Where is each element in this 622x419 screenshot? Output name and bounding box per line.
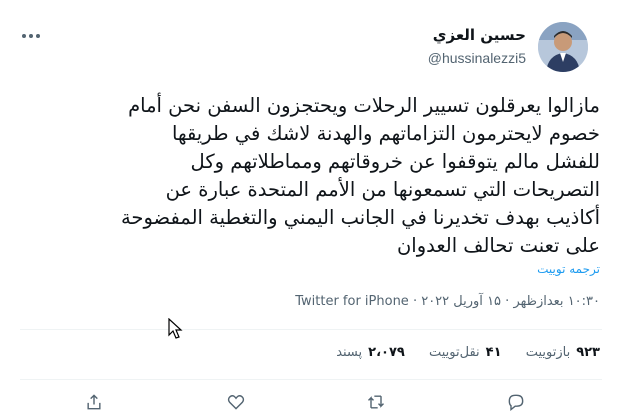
retweets-stat[interactable]: ۹۲۳ بازتوییت bbox=[526, 345, 600, 360]
tweet-text-line: خصوم لايحترمون التزاماتهم والهدنة لاشك ف… bbox=[172, 122, 600, 145]
likes-count: ۲،۰۷۹ bbox=[368, 345, 405, 360]
share-icon[interactable] bbox=[80, 392, 104, 416]
divider bbox=[20, 379, 602, 380]
quotes-count: ۴۱ bbox=[485, 345, 502, 360]
tweet-time[interactable]: ۱۰:۳۰ بعدازظهر bbox=[513, 294, 600, 309]
tweet-detail: حسين العزي @hussinalezzi5 مازالوا يعرقلو… bbox=[0, 0, 622, 419]
tweet-meta: ۱۰:۳۰ بعدازظهر · ۱۵ آوریل ۲۰۲۲ · Twitter… bbox=[295, 294, 600, 309]
divider bbox=[20, 329, 602, 330]
retweets-count: ۹۲۳ bbox=[576, 345, 600, 360]
tweet-source[interactable]: Twitter for iPhone bbox=[295, 294, 409, 309]
tweet-text-line: التصريحات التي تسمعونها من الأمم المتحدة… bbox=[165, 178, 600, 201]
quotes-stat[interactable]: ۴۱ نقل‌توییت bbox=[429, 345, 502, 360]
meta-separator: · bbox=[408, 294, 422, 309]
author-handle[interactable]: @hussinalezzi5 bbox=[428, 50, 526, 66]
mouse-cursor-icon bbox=[168, 318, 183, 339]
reply-icon[interactable] bbox=[502, 392, 526, 416]
tweet-date[interactable]: ۱۵ آوریل ۲۰۲۲ bbox=[421, 294, 501, 309]
retweet-icon[interactable] bbox=[362, 392, 386, 416]
translate-tweet-link[interactable]: ترجمه توییت bbox=[537, 262, 600, 276]
tweet-actions bbox=[0, 392, 622, 418]
tweet-text-line: أكاذيب بهدف تخديرنا في الجانب اليمني وال… bbox=[120, 206, 600, 229]
tweet-text-line: للفشل مالم يتوقفوا عن خروقاتهم ومماطلاته… bbox=[190, 150, 600, 173]
meta-separator: · bbox=[501, 294, 514, 309]
likes-label: پسند bbox=[336, 345, 363, 360]
tweet-text-line: مازالوا يعرقلون تسيير الرحلات ويحتجزون ا… bbox=[128, 94, 600, 117]
quotes-label: نقل‌توییت bbox=[428, 345, 480, 360]
tweet-stats: ۹۲۳ بازتوییت ۴۱ نقل‌توییت ۲،۰۷۹ پسند bbox=[316, 345, 600, 360]
likes-stat[interactable]: ۲،۰۷۹ پسند bbox=[336, 345, 405, 360]
heart-icon[interactable] bbox=[222, 392, 246, 416]
author-display-name[interactable]: حسين العزي bbox=[433, 26, 526, 44]
more-options-icon[interactable] bbox=[20, 26, 42, 46]
tweet-text: مازالوا يعرقلون تسيير الرحلات ويحتجزون ا… bbox=[20, 92, 600, 260]
avatar[interactable] bbox=[538, 22, 588, 72]
retweets-label: بازتوییت bbox=[525, 345, 571, 360]
tweet-text-line: على تعنت تحالف العدوان bbox=[396, 234, 600, 257]
